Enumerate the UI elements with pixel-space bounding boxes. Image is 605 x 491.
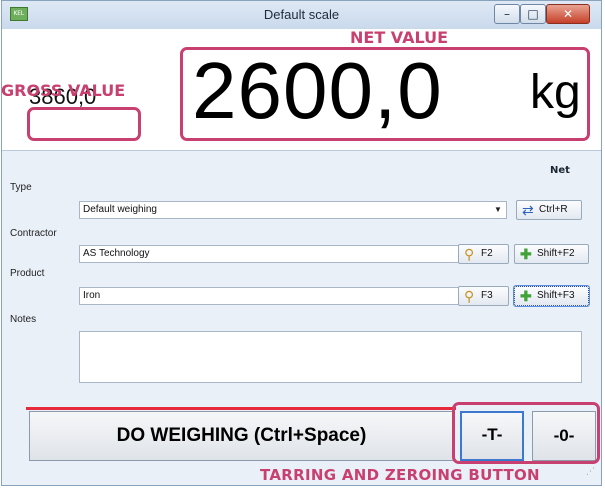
contractor-search-shortcut: F2 xyxy=(481,248,493,259)
notes-textarea[interactable] xyxy=(79,331,582,383)
type-select[interactable]: Default weighing ▼ xyxy=(79,201,507,219)
product-search-shortcut: F3 xyxy=(481,290,493,301)
contractor-select[interactable]: AS Technology ▼ xyxy=(79,245,507,263)
net-value-highlight xyxy=(180,47,590,141)
product-add-shortcut: Shift+F3 xyxy=(537,290,575,301)
chevron-down-icon[interactable]: ▼ xyxy=(490,202,506,218)
close-button[interactable]: ✕ xyxy=(546,4,590,24)
type-refresh-shortcut: Ctrl+R xyxy=(539,204,568,215)
type-select-value: Default weighing xyxy=(83,204,157,215)
close-icon: ✕ xyxy=(562,7,574,21)
search-icon: ⚲ xyxy=(464,246,475,262)
contractor-search-button[interactable]: ⚲ F2 xyxy=(458,244,509,264)
do-weighing-button[interactable]: DO WEIGHING (Ctrl+Space) xyxy=(29,411,454,461)
product-add-button[interactable]: ✚ Shift+F3 xyxy=(513,285,590,307)
product-select-value: Iron xyxy=(83,290,101,301)
type-label: Type xyxy=(10,182,32,193)
notes-label: Notes xyxy=(10,314,37,325)
gross-value-annotation: GROSS VALUE xyxy=(1,81,126,100)
minimize-button[interactable]: – xyxy=(494,4,520,24)
search-icon: ⚲ xyxy=(464,288,475,304)
maximize-button[interactable]: □ xyxy=(520,4,546,24)
readout-divider xyxy=(2,150,601,151)
product-search-button[interactable]: ⚲ F3 xyxy=(458,286,509,306)
minimize-icon: – xyxy=(504,7,510,21)
title-bar[interactable]: KEL Default scale – □ ✕ xyxy=(2,1,601,29)
contractor-label: Contractor xyxy=(10,228,57,239)
separator-line xyxy=(26,407,456,410)
contractor-add-shortcut: Shift+F2 xyxy=(537,248,575,259)
tare-zero-highlight xyxy=(452,402,600,464)
net-value-annotation: NET VALUE xyxy=(350,28,449,47)
refresh-icon: ⇄ xyxy=(522,202,534,218)
product-select[interactable]: Iron ▼ xyxy=(79,287,507,305)
product-label: Product xyxy=(10,268,45,279)
resize-grip-icon[interactable]: ⋰ xyxy=(586,467,595,477)
add-icon: ✚ xyxy=(520,288,532,304)
add-icon: ✚ xyxy=(520,246,532,262)
maximize-icon: □ xyxy=(527,7,539,21)
tarring-zeroing-annotation: TARRING AND ZEROING BUTTON xyxy=(260,466,540,484)
weight-mode-label: Net xyxy=(550,165,570,176)
contractor-select-value: AS Technology xyxy=(83,248,150,259)
gross-value-highlight xyxy=(27,107,141,141)
contractor-add-button[interactable]: ✚ Shift+F2 xyxy=(514,244,589,264)
type-refresh-button[interactable]: ⇄ Ctrl+R xyxy=(516,200,582,220)
